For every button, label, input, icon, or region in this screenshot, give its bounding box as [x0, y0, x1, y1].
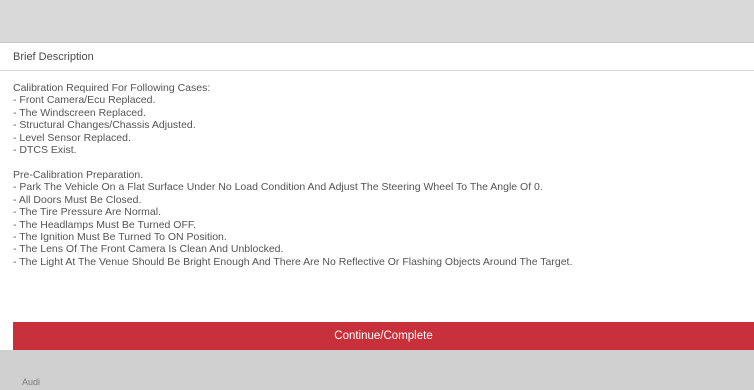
- preparation-item: - The Light At The Venue Should Be Brigh…: [13, 255, 573, 268]
- section-heading-calibration: Calibration Required For Following Cases…: [13, 82, 211, 94]
- preparation-item: - The Ignition Must Be Turned To ON Posi…: [13, 230, 227, 243]
- calibration-case-item: - Structural Changes/Chassis Adjusted.: [13, 119, 196, 132]
- preparation-item: - All Doors Must Be Closed.: [13, 193, 142, 206]
- section-heading-preparation: Pre-Calibration Preparation.: [13, 168, 144, 181]
- calibration-case-item: - Level Sensor Replaced.: [13, 131, 131, 144]
- calibration-case-item: - Front Camera/Ecu Replaced.: [13, 94, 156, 107]
- bottom-panel: Audi: [0, 350, 754, 390]
- continue-complete-button[interactable]: Continue/Complete: [13, 322, 754, 350]
- preparation-item: - The Headlamps Must Be Turned OFF.: [13, 218, 197, 231]
- preparation-item: - The Tire Pressure Are Normal.: [13, 206, 162, 219]
- top-bar: [0, 0, 754, 42]
- preparation-item: - Park The Vehicle On a Flat Surface Und…: [13, 181, 543, 194]
- title-divider: [0, 70, 754, 71]
- dialog-content: Calibration Required For Following Cases…: [13, 82, 748, 268]
- calibration-case-item: - The Windscreen Replaced.: [13, 106, 146, 119]
- section-gap: [13, 156, 748, 169]
- preparation-item: - The Lens Of The Front Camera Is Clean …: [13, 243, 284, 256]
- bottom-partial-text: Audi: [22, 377, 41, 387]
- dialog-title: Brief Description: [13, 51, 94, 63]
- brief-description-dialog: Brief Description Calibration Required F…: [0, 42, 754, 351]
- calibration-case-item: - DTCS Exist.: [13, 144, 77, 157]
